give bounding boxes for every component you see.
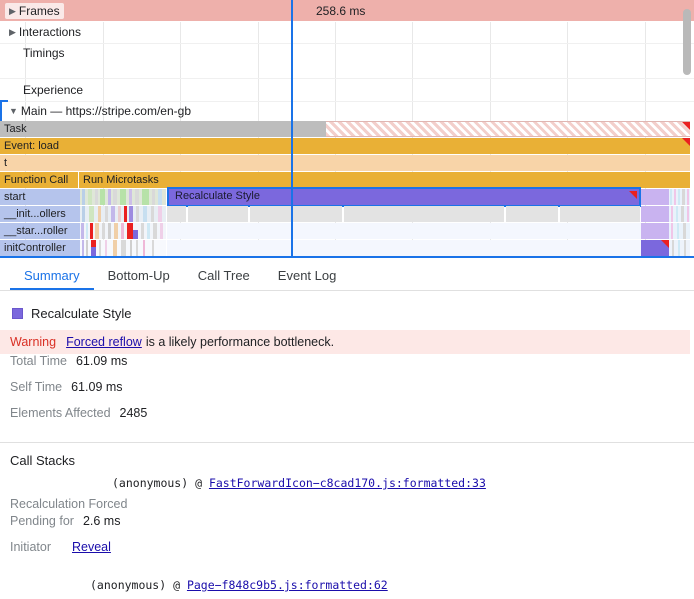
- flame-bar-init-controllers-noise[interactable]: [80, 206, 166, 222]
- flame-bar-row10-body[interactable]: [167, 240, 641, 256]
- call-stacks-title: Call Stacks: [10, 453, 76, 468]
- frame-duration-label: 258.6 ms: [316, 4, 366, 18]
- flame-bar-start-noise[interactable]: [80, 189, 166, 205]
- flame-bar-start[interactable]: start: [0, 189, 80, 205]
- flame-bar-init-controller-noise[interactable]: [80, 240, 166, 256]
- flame-bar-function-call[interactable]: Function Call: [0, 172, 78, 188]
- track-interactions-label[interactable]: ▶ Interactions: [5, 24, 85, 40]
- flame-bar-start-tail[interactable]: [641, 189, 669, 205]
- timeline-playhead[interactable]: [291, 0, 293, 258]
- metric-self-time-value: 61.09 ms: [71, 380, 123, 394]
- event-color-swatch-icon: [12, 307, 23, 319]
- warning-marker-icon: [629, 191, 637, 199]
- flame-bar-start-tail-noise[interactable]: [669, 189, 690, 205]
- chevron-down-icon: ▼: [9, 106, 18, 116]
- track-timings[interactable]: Timings: [0, 44, 694, 64]
- track-timings-label[interactable]: Timings: [19, 45, 69, 61]
- flame-bar-run-microtasks[interactable]: Run Microtasks: [79, 172, 690, 188]
- flame-bar-row8-seg2[interactable]: [188, 206, 248, 222]
- first-invalidated-code: (anonymous) @ Page−f848c9b5.js:formatted…: [90, 578, 388, 592]
- metric-elements-affected: Elements Affected 2485: [0, 406, 694, 432]
- first-invalidated-link[interactable]: Page−f848c9b5.js:formatted:62: [187, 578, 388, 592]
- performance-panel: ▶ Frames 258.6 ms ▶ Interactions Timings E…: [0, 0, 694, 599]
- track-main[interactable]: ▼ Main — https://stripe.com/en-gb: [0, 103, 694, 121]
- recalculation-forced-key: Recalculation Forced: [10, 497, 128, 511]
- timeline-overview[interactable]: ▶ Frames 258.6 ms ▶ Interactions Timings E…: [0, 0, 694, 258]
- pending-for-value: 2.6 ms: [82, 514, 121, 528]
- summary-content: Recalculate Style: [0, 300, 694, 326]
- metric-elements-affected-key: Elements Affected: [10, 406, 111, 420]
- recalculation-forced-link[interactable]: FastForwardIcon−c8cad170.js:formatted:33: [209, 476, 486, 490]
- tab-summary[interactable]: Summary: [10, 261, 94, 290]
- details-tabs[interactable]: Summary Bottom-Up Call Tree Event Log: [0, 260, 694, 291]
- track-main-label[interactable]: ▼ Main — https://stripe.com/en-gb: [5, 103, 195, 119]
- track-experience-label[interactable]: Experience: [19, 82, 87, 98]
- call-stack-first-invalidated: (anonymous) @ Page−f848c9b5.js:formatted…: [0, 576, 694, 599]
- warning-label: Warning: [10, 335, 57, 349]
- flame-bar-row8-tail-noise[interactable]: [669, 206, 690, 222]
- flame-bar-start-controller-noise[interactable]: [80, 223, 166, 239]
- track-frames-label[interactable]: ▶ Frames: [5, 3, 64, 19]
- flame-bar-row10-tail-noise[interactable]: [669, 240, 690, 256]
- flame-bar-task[interactable]: Task: [0, 121, 326, 137]
- call-stack-pending-for: Pending for 2.6 ms: [0, 514, 694, 540]
- flame-bar-row10-selected[interactable]: [641, 240, 669, 256]
- flame-bar-init-controllers[interactable]: __init...ollers: [0, 206, 80, 222]
- recalculation-forced-code: (anonymous) @ FastForwardIcon−c8cad170.j…: [112, 476, 486, 490]
- call-stack-initiator: Initiator Reveal: [0, 540, 694, 566]
- timeline-scrollbar[interactable]: [683, 9, 691, 75]
- flame-bar-recalculate-style[interactable]: Recalculate Style: [167, 187, 641, 207]
- flame-bar-row9-tail-noise[interactable]: [669, 223, 690, 239]
- tab-call-tree[interactable]: Call Tree: [184, 261, 264, 290]
- flame-bar-row8-seg5[interactable]: [506, 206, 558, 222]
- timeline-bottom-border: [0, 256, 694, 258]
- track-experience[interactable]: Experience: [0, 80, 694, 102]
- initiator-key: Initiator: [10, 540, 51, 554]
- tab-bottom-up[interactable]: Bottom-Up: [94, 261, 184, 290]
- warning-marker-icon: [661, 240, 669, 248]
- chevron-right-icon: ▶: [9, 27, 16, 37]
- flame-bar-init-controller[interactable]: initController: [0, 240, 80, 256]
- pending-for-key: Pending for: [10, 514, 74, 528]
- track-interactions[interactable]: ▶ Interactions: [0, 23, 694, 43]
- metric-total-time-key: Total Time: [10, 354, 67, 368]
- flame-bar-t[interactable]: t: [0, 155, 690, 171]
- flame-bar-row9-body[interactable]: [167, 223, 641, 239]
- flame-bar-row8-seg3[interactable]: [250, 206, 342, 222]
- flame-bar-start-controller[interactable]: __star...roller: [0, 223, 80, 239]
- event-title-row: Recalculate Style: [10, 300, 684, 326]
- flame-bar-task-long[interactable]: [326, 121, 690, 137]
- chevron-right-icon: ▶: [9, 6, 16, 16]
- flame-bar-row8-tail[interactable]: [641, 206, 669, 222]
- flame-bar-event-load[interactable]: Event: load: [0, 138, 690, 154]
- metric-total-time: Total Time 61.09 ms: [0, 354, 694, 380]
- details-panel: Summary Bottom-Up Call Tree Event Log Re…: [0, 260, 694, 599]
- flame-chart[interactable]: Task Event: load t Function Call Run Mic…: [0, 121, 694, 258]
- flame-bar-row9-tail[interactable]: [641, 223, 669, 239]
- warning-marker-icon: [682, 122, 690, 130]
- tab-event-log[interactable]: Event Log: [264, 261, 351, 290]
- flame-bar-row8-seg6[interactable]: [560, 206, 640, 222]
- warning-marker-icon: [682, 138, 690, 146]
- warning-banner: Warning Forced reflow is a likely perfor…: [0, 330, 690, 354]
- flame-bar-row8-seg1[interactable]: [167, 206, 186, 222]
- event-name: Recalculate Style: [31, 305, 132, 321]
- metric-self-time: Self Time 61.09 ms: [0, 380, 694, 406]
- track-frames[interactable]: ▶ Frames 258.6 ms: [0, 0, 694, 22]
- metrics-list: Total Time 61.09 ms Self Time 61.09 ms E…: [0, 354, 694, 432]
- flame-bar-row8-seg4[interactable]: [344, 206, 504, 222]
- metric-total-time-value: 61.09 ms: [75, 354, 128, 368]
- warning-text: is a likely performance bottleneck.: [145, 335, 335, 349]
- reveal-link[interactable]: Reveal: [72, 540, 111, 554]
- metric-self-time-key: Self Time: [10, 380, 63, 394]
- forced-reflow-link[interactable]: Forced reflow: [66, 335, 142, 349]
- call-stack-recalculation-forced: (anonymous) @ FastForwardIcon−c8cad170.j…: [0, 474, 694, 514]
- metric-elements-affected-value: 2485: [119, 406, 148, 420]
